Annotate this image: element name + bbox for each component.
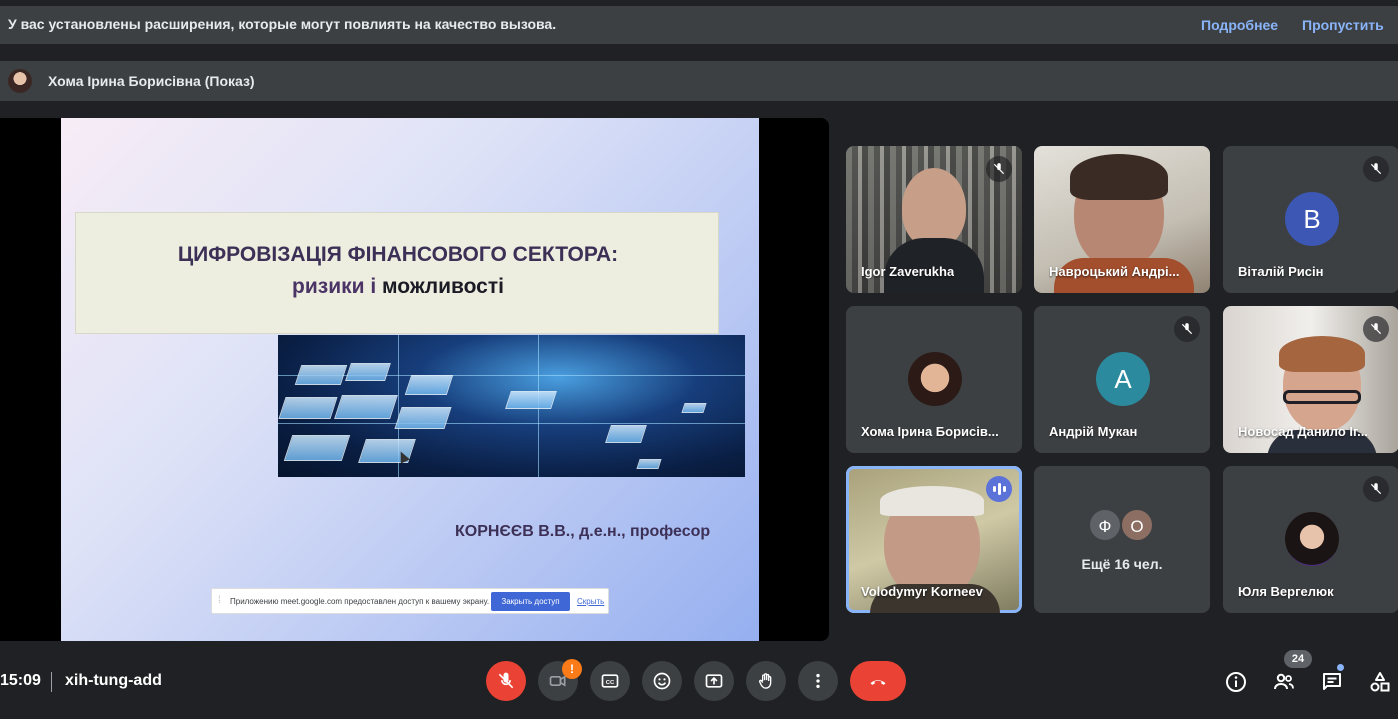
activities-icon bbox=[1370, 672, 1390, 692]
avatar: Ф bbox=[1088, 508, 1122, 542]
avatar bbox=[908, 352, 962, 406]
presenter-name: Хома Ірина Борисівна (Показ) bbox=[48, 73, 255, 89]
divider bbox=[51, 672, 52, 692]
participant-name: Навроцький Андрі... bbox=[1049, 264, 1180, 279]
slide-title-line2: ризики і можливості bbox=[76, 275, 720, 299]
presenter-avatar bbox=[8, 69, 32, 93]
raise-hand-icon bbox=[759, 673, 772, 689]
more-options-icon bbox=[816, 673, 820, 689]
meet-window: У вас установлены расширения, которые мо… bbox=[0, 0, 1398, 719]
chat-notification-dot bbox=[1337, 664, 1344, 671]
presentation-slide: ЦИФРОВІЗАЦІЯ ФІНАНСОВОГО СЕКТОРА: ризики… bbox=[61, 118, 759, 641]
participant-tile[interactable]: Юля Вергелюк bbox=[1223, 466, 1398, 613]
present-screen-icon bbox=[705, 674, 723, 688]
mic-off-icon bbox=[1363, 476, 1389, 502]
mic-off-icon bbox=[1363, 316, 1389, 342]
activities-button[interactable] bbox=[1368, 670, 1392, 694]
presenter-bar: Хома Ірина Борисівна (Показ) bbox=[0, 61, 1398, 101]
more-participants-tile[interactable]: Ф О Ещё 16 чел. bbox=[1034, 466, 1210, 613]
participant-name: Андрій Мукан bbox=[1049, 424, 1138, 439]
participant-tile[interactable]: В Віталій Рисін bbox=[1223, 146, 1398, 293]
extension-warning-banner: У вас установлены расширения, которые мо… bbox=[0, 6, 1398, 44]
mic-off-icon bbox=[1174, 316, 1200, 342]
svg-text:CC: CC bbox=[606, 680, 615, 686]
slide-title-line1: ЦИФРОВІЗАЦІЯ ФІНАНСОВОГО СЕКТОРА: bbox=[177, 243, 619, 266]
people-button[interactable] bbox=[1272, 670, 1296, 694]
screen-share-notice: ⁞ Приложению meet.google.com предоставле… bbox=[211, 588, 609, 614]
participant-name: Volodymyr Korneev bbox=[861, 584, 983, 599]
chat-button[interactable] bbox=[1320, 670, 1344, 694]
mic-off-icon bbox=[986, 156, 1012, 182]
participant-name: Хома Ірина Борисів... bbox=[861, 424, 999, 439]
emoji-reactions-button[interactable] bbox=[642, 661, 682, 701]
more-options-button[interactable] bbox=[798, 661, 838, 701]
participant-tile[interactable]: Новосад Данило Іг... bbox=[1223, 306, 1398, 453]
meeting-info-button[interactable] bbox=[1224, 670, 1248, 694]
participant-name: Новосад Данило Іг... bbox=[1238, 424, 1368, 439]
present-screen-button[interactable] bbox=[694, 661, 734, 701]
mic-off-icon bbox=[1363, 156, 1389, 182]
banner-more-link[interactable]: Подробнее bbox=[1201, 17, 1278, 33]
captions-icon: CC bbox=[601, 674, 619, 688]
avatar: В bbox=[1285, 192, 1339, 246]
avatar: О bbox=[1120, 508, 1154, 542]
participant-tile[interactable]: Igor Zaverukha bbox=[846, 146, 1022, 293]
emoji-icon bbox=[653, 672, 671, 690]
presentation-stage[interactable]: ЦИФРОВІЗАЦІЯ ФІНАНСОВОГО СЕКТОРА: ризики… bbox=[0, 118, 829, 641]
banner-skip-link[interactable]: Пропустить bbox=[1302, 17, 1384, 33]
avatar: А bbox=[1096, 352, 1150, 406]
participant-count-badge: 24 bbox=[1284, 650, 1312, 668]
hide-notice-link[interactable]: Скрыть bbox=[577, 597, 604, 606]
share-notice-text: Приложению meet.google.com предоставлен … bbox=[230, 597, 490, 606]
avatar bbox=[1285, 512, 1339, 566]
participant-tile[interactable]: Навроцький Андрі... bbox=[1034, 146, 1210, 293]
participant-tile[interactable]: А Андрій Мукан bbox=[1034, 306, 1210, 453]
mic-off-icon bbox=[498, 672, 514, 689]
leave-call-button[interactable] bbox=[850, 661, 906, 701]
captions-button[interactable]: CC bbox=[590, 661, 630, 701]
camera-toggle-button[interactable]: ! bbox=[538, 659, 582, 701]
chat-icon bbox=[1323, 673, 1341, 690]
slide-tech-image bbox=[278, 335, 745, 477]
slide-title-risks: ризики і bbox=[292, 275, 383, 298]
banner-message: У вас установлены расширения, которые мо… bbox=[8, 16, 557, 32]
leave-call-icon bbox=[870, 680, 886, 685]
slide-author: КОРНЄЄВ В.В., д.е.н., професор bbox=[455, 523, 711, 540]
participant-name: Юля Вергелюк bbox=[1238, 584, 1334, 599]
info-icon bbox=[1226, 672, 1246, 692]
participant-tile[interactable]: Хома Ірина Борисів... bbox=[846, 306, 1022, 453]
drag-handle-icon[interactable]: ⁞ bbox=[218, 595, 221, 606]
participant-name: Віталій Рисін bbox=[1238, 264, 1324, 279]
speaking-indicator-icon bbox=[986, 476, 1012, 502]
more-participants-avatars: Ф О bbox=[1088, 508, 1168, 544]
mic-toggle-button[interactable] bbox=[486, 661, 526, 701]
more-participants-label: Ещё 16 чел. bbox=[1081, 556, 1163, 572]
people-icon bbox=[1274, 673, 1294, 690]
meeting-code: xih-tung-add bbox=[65, 672, 162, 689]
slide-title-box: ЦИФРОВІЗАЦІЯ ФІНАНСОВОГО СЕКТОРА: ризики… bbox=[75, 212, 719, 334]
control-bar: 15:09 xih-tung-add ! CC 24 bbox=[0, 650, 1398, 719]
raise-hand-button[interactable] bbox=[746, 661, 786, 701]
participant-name: Igor Zaverukha bbox=[861, 264, 955, 279]
clock: 15:09 bbox=[0, 672, 41, 689]
stop-sharing-button[interactable]: Закрыть доступ bbox=[491, 592, 570, 611]
slide-title-opportunities: можливості bbox=[382, 275, 504, 298]
participant-tile-active-speaker[interactable]: Volodymyr Korneev bbox=[846, 466, 1022, 613]
camera-warning-badge: ! bbox=[562, 659, 582, 679]
